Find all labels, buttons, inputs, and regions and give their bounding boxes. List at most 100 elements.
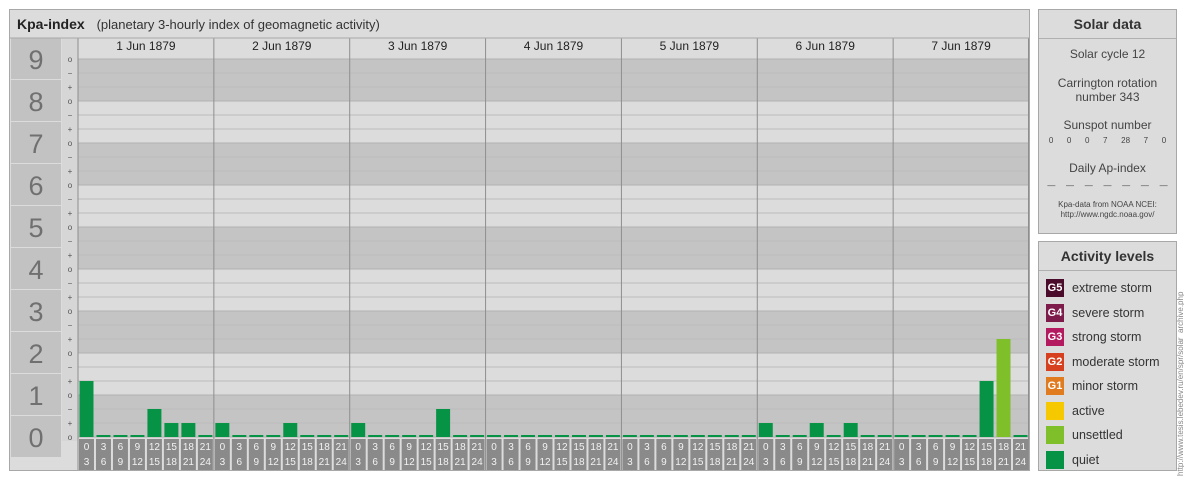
interval-end: 3 xyxy=(355,457,361,468)
kp-bar xyxy=(962,435,977,437)
credit-url: http://www.tesis.lebedev.ru/en/spr/solar… xyxy=(1176,291,1184,476)
level-swatch: G4 xyxy=(1046,303,1064,322)
ap-value: — xyxy=(1103,181,1112,190)
level-minor-storm: G1 minor storm xyxy=(1039,374,1176,399)
kp-bar xyxy=(758,423,773,437)
sunspot-label: Sunspot number xyxy=(1063,118,1152,132)
kp-bar xyxy=(419,435,434,437)
kp-bar xyxy=(673,435,688,437)
interval-start: 12 xyxy=(964,442,976,453)
y-tick-label: 5 xyxy=(28,213,43,243)
level-active: active xyxy=(1039,399,1176,424)
interval-end: 12 xyxy=(947,457,959,468)
level-label: severe storm xyxy=(1072,305,1145,320)
kp-band xyxy=(78,311,1029,353)
interval-start: 0 xyxy=(491,442,497,453)
interval-end: 3 xyxy=(763,457,769,468)
kp-bar xyxy=(249,435,264,437)
kp-bar xyxy=(351,423,366,437)
sunspot-value: 0 xyxy=(1161,136,1167,145)
interval-start: 6 xyxy=(254,442,260,453)
kp-bar xyxy=(334,435,349,437)
day-label: 3 Jun 1879 xyxy=(388,39,448,53)
y-tick-label: 6 xyxy=(28,171,43,201)
sunspot-value: 0 xyxy=(1066,136,1072,145)
interval-start: 6 xyxy=(933,442,939,453)
kp-bar xyxy=(555,435,569,437)
level-swatch: G1 xyxy=(1046,377,1064,396)
interval-start: 15 xyxy=(709,442,721,453)
y-tick-label: 4 xyxy=(28,255,43,285)
ap-value: — xyxy=(1066,181,1075,190)
kp-bar xyxy=(860,435,875,437)
kp-bar xyxy=(945,435,960,437)
kp-bar xyxy=(894,435,909,437)
kp-bar xyxy=(996,339,1011,437)
y-sub-label: − xyxy=(68,321,73,330)
interval-start: 3 xyxy=(916,442,922,453)
interval-start: 18 xyxy=(183,442,195,453)
interval-end: 15 xyxy=(149,457,161,468)
interval-end: 21 xyxy=(998,457,1010,468)
chart-title-text: Kpa-index xyxy=(17,16,85,32)
interval-start: 21 xyxy=(879,442,891,453)
ap-value: — xyxy=(1047,181,1056,190)
y-sub-label: o xyxy=(68,55,73,64)
y-sub-label: o xyxy=(68,265,73,274)
interval-start: 12 xyxy=(149,442,161,453)
interval-end: 6 xyxy=(372,457,378,468)
interval-end: 24 xyxy=(336,457,348,468)
solar-data-title: Solar data xyxy=(1039,10,1176,39)
kp-bar xyxy=(588,435,603,437)
interval-end: 21 xyxy=(590,457,602,468)
interval-end: 6 xyxy=(101,457,107,468)
level-label: unsettled xyxy=(1072,428,1123,443)
interval-end: 24 xyxy=(200,457,212,468)
interval-start: 3 xyxy=(101,442,107,453)
y-sub-label: o xyxy=(68,139,73,148)
ap-value: — xyxy=(1084,181,1093,190)
interval-start: 9 xyxy=(271,442,277,453)
level-label: quiet xyxy=(1072,452,1100,467)
y-sub-label: o xyxy=(68,97,73,106)
interval-end: 21 xyxy=(455,457,467,468)
interval-start: 3 xyxy=(237,442,243,453)
y-tick-label: 0 xyxy=(28,423,43,453)
interval-start: 21 xyxy=(1015,442,1027,453)
interval-end: 12 xyxy=(811,457,823,468)
kp-bar xyxy=(656,435,671,437)
kp-band xyxy=(78,185,1029,227)
interval-end: 6 xyxy=(237,457,243,468)
interval-end: 6 xyxy=(644,457,650,468)
kp-bar xyxy=(283,423,298,437)
kp-bar xyxy=(1013,435,1028,437)
interval-start: 12 xyxy=(828,442,840,453)
kp-bar xyxy=(877,435,892,437)
y-sub-label: + xyxy=(68,293,73,302)
interval-end: 12 xyxy=(132,457,144,468)
level-swatch: G2 xyxy=(1046,352,1064,371)
interval-end: 9 xyxy=(525,457,531,468)
kp-bar xyxy=(521,435,536,437)
interval-start: 3 xyxy=(644,442,650,453)
interval-start: 9 xyxy=(406,442,412,453)
level-label: extreme storm xyxy=(1072,281,1152,296)
kp-bar xyxy=(266,435,281,437)
interval-end: 15 xyxy=(692,457,704,468)
kp-band xyxy=(78,101,1029,143)
kp-bar xyxy=(215,423,230,437)
interval-start: 3 xyxy=(780,442,786,453)
interval-end: 18 xyxy=(981,457,993,468)
interval-end: 24 xyxy=(607,457,619,468)
interval-end: 3 xyxy=(84,457,90,468)
y-sub-label: + xyxy=(68,125,73,134)
interval-start: 6 xyxy=(525,442,531,453)
level-swatch xyxy=(1046,426,1064,445)
interval-end: 15 xyxy=(556,457,568,468)
interval-start: 21 xyxy=(607,442,619,453)
y-sub-label: o xyxy=(68,391,73,400)
kp-bar xyxy=(79,381,94,437)
interval-start: 6 xyxy=(661,442,667,453)
kp-band xyxy=(78,143,1029,185)
interval-end: 3 xyxy=(899,457,905,468)
